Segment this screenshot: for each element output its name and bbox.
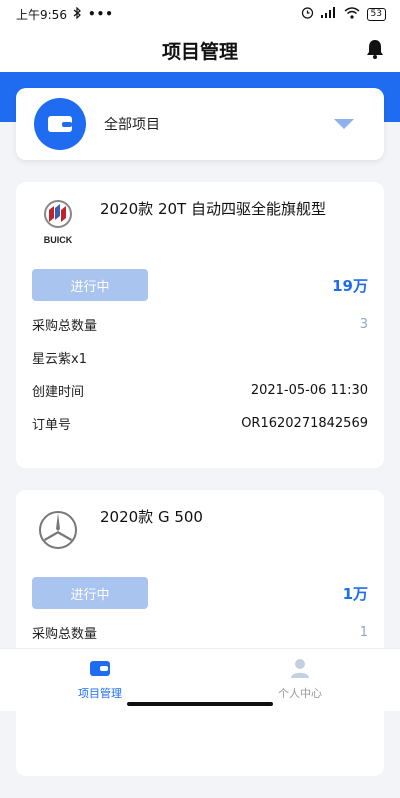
app-bar: 项目管理 [0,28,400,72]
battery-indicator: 53 [366,7,386,21]
car-model: 2020款 20T 自动四驱全能旗舰型 [100,199,326,218]
order-label: 订单号 [32,418,72,433]
home-indicator[interactable] [127,702,273,706]
page-title: 项目管理 [161,40,238,63]
created-value: 2021-05-06 11:30 [250,383,368,398]
more-icon: ••• [87,7,114,21]
bell-icon[interactable] [364,38,386,60]
color-item: 星云紫x1 [32,352,87,367]
project-card[interactable]: 2020款 G 500 进行中 1万 采购总数量 1 [16,490,384,776]
tab-label: 项目管理 [78,687,122,700]
quantity-value: 1 [359,625,368,640]
bluetooth-icon [73,6,82,22]
svg-text:BUICK: BUICK [44,235,73,245]
status-button[interactable]: 进行中 [32,577,148,609]
quantity-label: 采购总数量 [32,627,98,642]
alarm-icon [301,6,314,22]
price: 19万 [332,276,368,295]
quantity-value: 3 [359,317,368,332]
car-model: 2020款 G 500 [100,507,203,526]
quantity-label: 采购总数量 [32,319,98,334]
tab-label: 个人中心 [278,687,322,700]
quantity-row: 采购总数量 1 [32,616,368,649]
price: 1万 [342,584,368,603]
signal-icon [320,7,337,21]
wifi-icon [344,6,360,22]
status-button[interactable]: 进行中 [32,269,148,301]
buick-logo: BUICK [32,196,84,248]
mercedes-logo [32,504,84,556]
status-time: 上午9:56 [16,7,67,22]
wallet-icon [89,657,111,679]
dropdown-arrow-icon[interactable] [334,119,354,129]
order-value: OR1620271842569 [241,416,368,431]
color-row: 星云紫x1 [32,341,368,374]
created-label: 创建时间 [32,385,85,400]
user-icon [289,657,311,679]
project-card[interactable]: BUICK 2020款 20T 自动四驱全能旗舰型 进行中 19万 采购总数量 … [16,182,384,468]
status-bar: 上午9:56 ••• 53 [0,0,400,28]
order-row: 订单号 OR1620271842569 [32,407,368,440]
wallet-icon [34,98,86,150]
created-row: 创建时间 2021-05-06 11:30 [32,374,368,407]
project-filter-dropdown[interactable]: 全部项目 [16,88,384,160]
quantity-row: 采购总数量 3 [32,308,368,341]
filter-label: 全部项目 [104,117,160,133]
